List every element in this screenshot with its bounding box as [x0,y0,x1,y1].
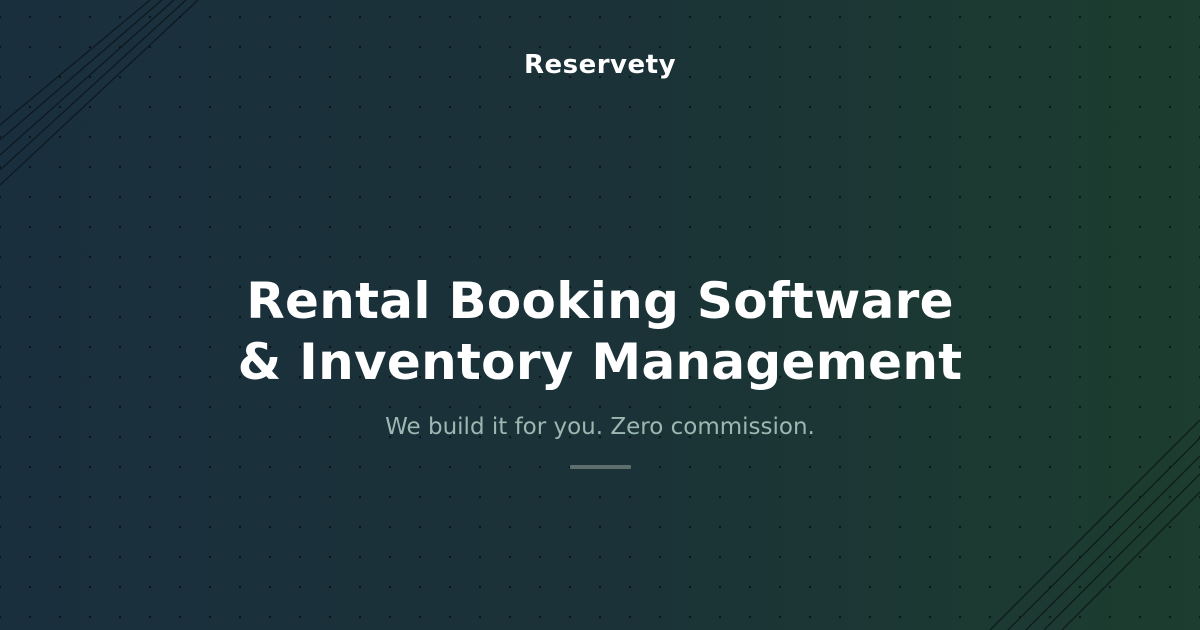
headline-line-2: & Inventory Management [237,333,963,391]
accent-divider [570,465,631,469]
social-card: Reservety Rental Booking Software & Inve… [0,0,1200,630]
diagonal-lines-decoration-bottom-right [989,420,1200,630]
tagline: We build it for you. Zero commission. [385,414,815,440]
brand-name: Reservety [523,50,677,80]
headline: Rental Booking Software & Inventory Mana… [0,271,1200,393]
headline-line-1: Rental Booking Software [246,272,954,330]
diagonal-lines-decoration-top-left [0,0,199,186]
